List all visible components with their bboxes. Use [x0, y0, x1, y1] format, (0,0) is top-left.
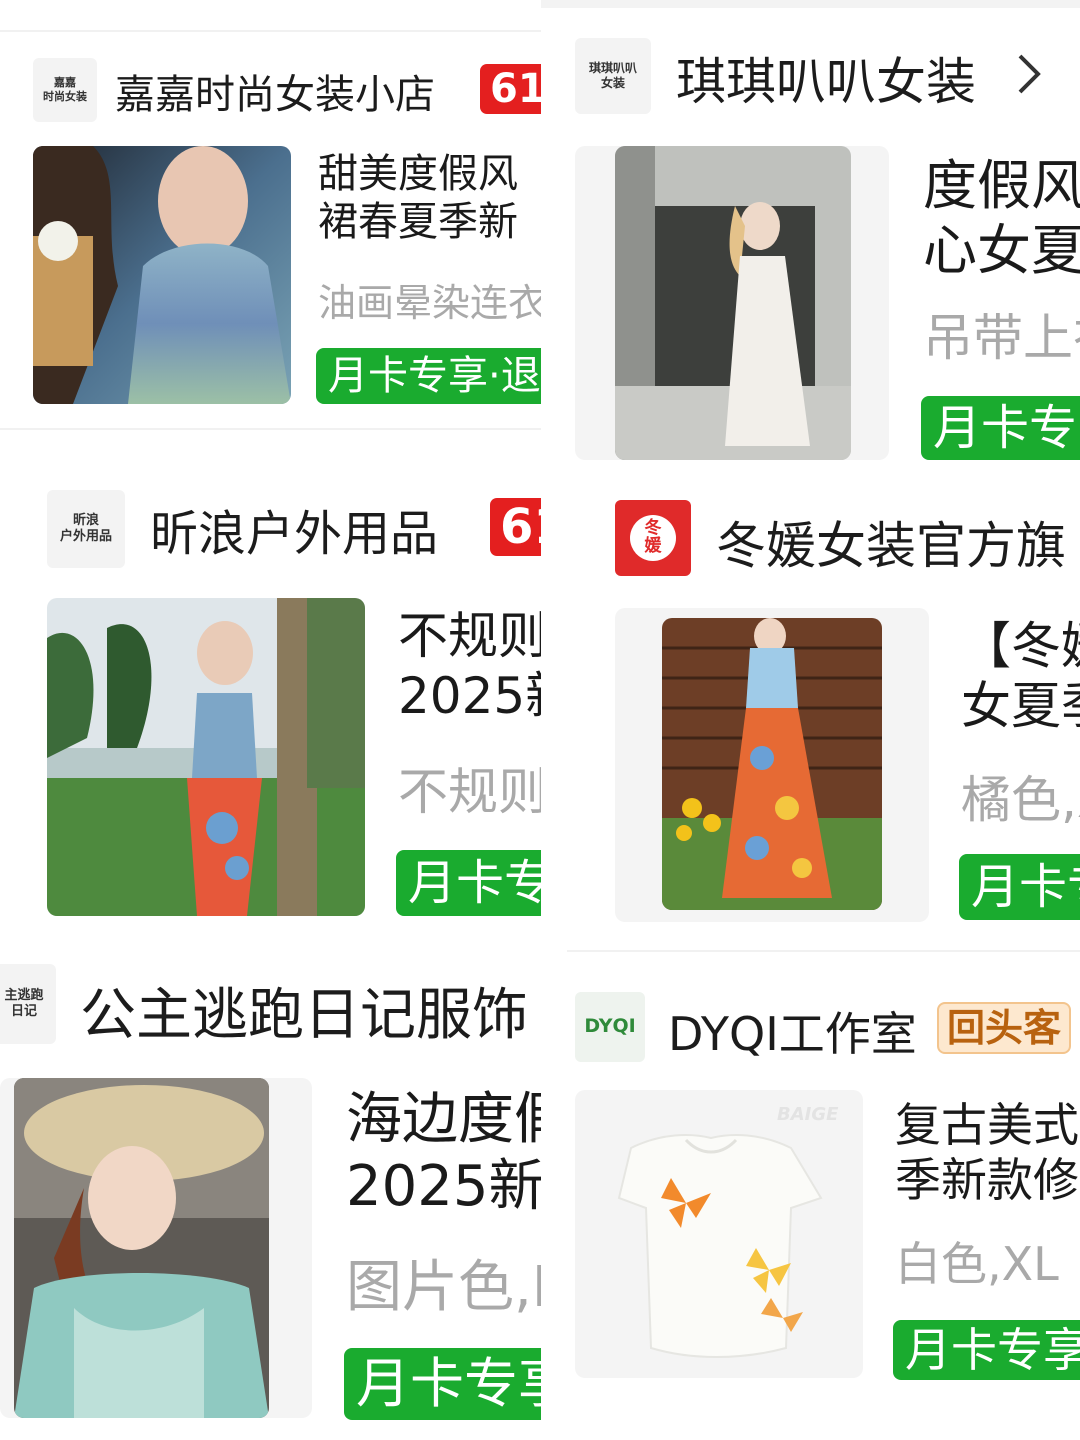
monthly-card-promo-tag[interactable]: 月卡专享·退 [316, 348, 541, 404]
product-spec: 不规则 [398, 763, 541, 821]
product-title[interactable]: 度假风 心女夏 [923, 154, 1080, 284]
shop-name[interactable]: 琪琪叭叭女装 [676, 42, 976, 114]
shop-logo[interactable]: 琪琪叭叭 女装 [575, 38, 651, 114]
order-card-dyqi[interactable]: DYQI DYQI工作室 回头客 BAIGE 复古美式 季新款修 白色,XL 月… [541, 958, 1080, 1440]
divider [567, 950, 1080, 952]
product-title-line2: 女夏季 [961, 677, 1080, 735]
promo-618-badge: 61 [480, 64, 541, 114]
dongyuan-logo-mark: 冬 媛 [630, 515, 676, 561]
shop-name[interactable]: 昕浪户外用品 [150, 494, 438, 564]
product-image[interactable] [615, 146, 851, 460]
product-title[interactable]: 不规则 2025新 [398, 606, 541, 726]
shop-name[interactable]: 嘉嘉时尚女装小店 [115, 62, 435, 120]
shop-logo[interactable]: 昕浪 户外用品 [47, 490, 125, 568]
product-image[interactable]: BAIGE [591, 1098, 849, 1368]
product-spec: 吊带上衣 [923, 309, 1080, 367]
shop-name[interactable]: DYQI工作室 [668, 998, 917, 1064]
product-title-line1: 海边度假 [346, 1087, 541, 1152]
product-spec: 橘色,X [961, 771, 1080, 829]
order-card-gongzhu[interactable]: 主逃跑 日记 公主逃跑日记服饰 海边度假 2025新款 图片色,L 月卡专享 [0, 940, 541, 1440]
monthly-card-promo-tag[interactable]: 月卡专享 [344, 1348, 541, 1420]
product-title[interactable]: 【冬媛 女夏季 [961, 616, 1080, 736]
product-title-line2: 2025新 [398, 667, 541, 725]
product-spec: 油画晕染连衣 [318, 281, 541, 325]
shop-name[interactable]: 冬媛女装官方旗 [716, 506, 1066, 578]
product-title-line1: 甜美度假风 [318, 151, 518, 197]
product-title-line2: 心女夏 [923, 218, 1080, 282]
product-title-line2: 季新款修 [895, 1153, 1079, 1208]
shop-logo[interactable]: 主逃跑 日记 [0, 964, 56, 1044]
monthly-card-promo-tag[interactable]: 月卡专享 [893, 1320, 1080, 1380]
product-title-line2: 2025新款 [346, 1154, 541, 1220]
order-card-jiajia[interactable]: 嘉嘉 时尚女装 嘉嘉时尚女装小店 61 甜美度假风 裙春夏季新 油画晕染连衣 月… [0, 32, 541, 430]
product-spec: 图片色,L [346, 1255, 541, 1320]
chevron-right-icon[interactable] [1016, 52, 1042, 100]
product-image[interactable] [33, 146, 291, 404]
product-title[interactable]: 复古美式 季新款修 [895, 1098, 1079, 1208]
product-title-line1: 度假风 [923, 154, 1080, 217]
monthly-card-promo-tag[interactable]: 月卡专 [959, 854, 1080, 920]
promo-618-badge: 61 [490, 498, 541, 556]
shop-name[interactable]: 公主逃跑日记服饰 [80, 970, 528, 1051]
product-title-line1: 不规则 [398, 607, 541, 665]
product-title-line1: 【冬媛 [961, 617, 1080, 675]
shop-logo[interactable]: DYQI [575, 992, 645, 1062]
right-column: 琪琪叭叭 女装 琪琪叭叭女装 度假风 心女夏 吊带上衣 月卡专 冬 [541, 0, 1080, 1440]
shop-logo[interactable]: 嘉嘉 时尚女装 [33, 58, 97, 122]
monthly-card-promo-tag[interactable]: 月卡专 [396, 850, 541, 916]
order-card-xinlang[interactable]: 昕浪 户外用品 昕浪户外用品 61 不规则 2025新 不规则 [0, 430, 541, 940]
product-image[interactable] [47, 598, 365, 916]
product-watermark: BAIGE [777, 1104, 839, 1125]
monthly-card-promo-tag[interactable]: 月卡专 [921, 396, 1080, 460]
product-title-line1: 复古美式 [895, 1098, 1079, 1152]
divider [541, 0, 1080, 8]
left-column: 嘉嘉 时尚女装 嘉嘉时尚女装小店 61 甜美度假风 裙春夏季新 油画晕染连衣 月… [0, 0, 541, 1440]
shop-logo[interactable]: 冬 媛 [615, 500, 691, 576]
product-image[interactable] [14, 1078, 269, 1418]
product-image[interactable] [662, 618, 882, 910]
product-title-line2: 裙春夏季新 [318, 199, 518, 245]
product-title[interactable]: 海边度假 2025新款 [346, 1086, 541, 1220]
order-card-qiqi[interactable]: 琪琪叭叭 女装 琪琪叭叭女装 度假风 心女夏 吊带上衣 月卡专 [541, 8, 1080, 478]
product-title[interactable]: 甜美度假风 裙春夏季新 [318, 150, 518, 246]
returning-customer-badge: 回头客 [937, 1002, 1072, 1054]
product-spec: 白色,XL [895, 1237, 1059, 1291]
order-card-dongyuan[interactable]: 冬 媛 冬媛女装官方旗 【冬媛 [541, 478, 1080, 948]
